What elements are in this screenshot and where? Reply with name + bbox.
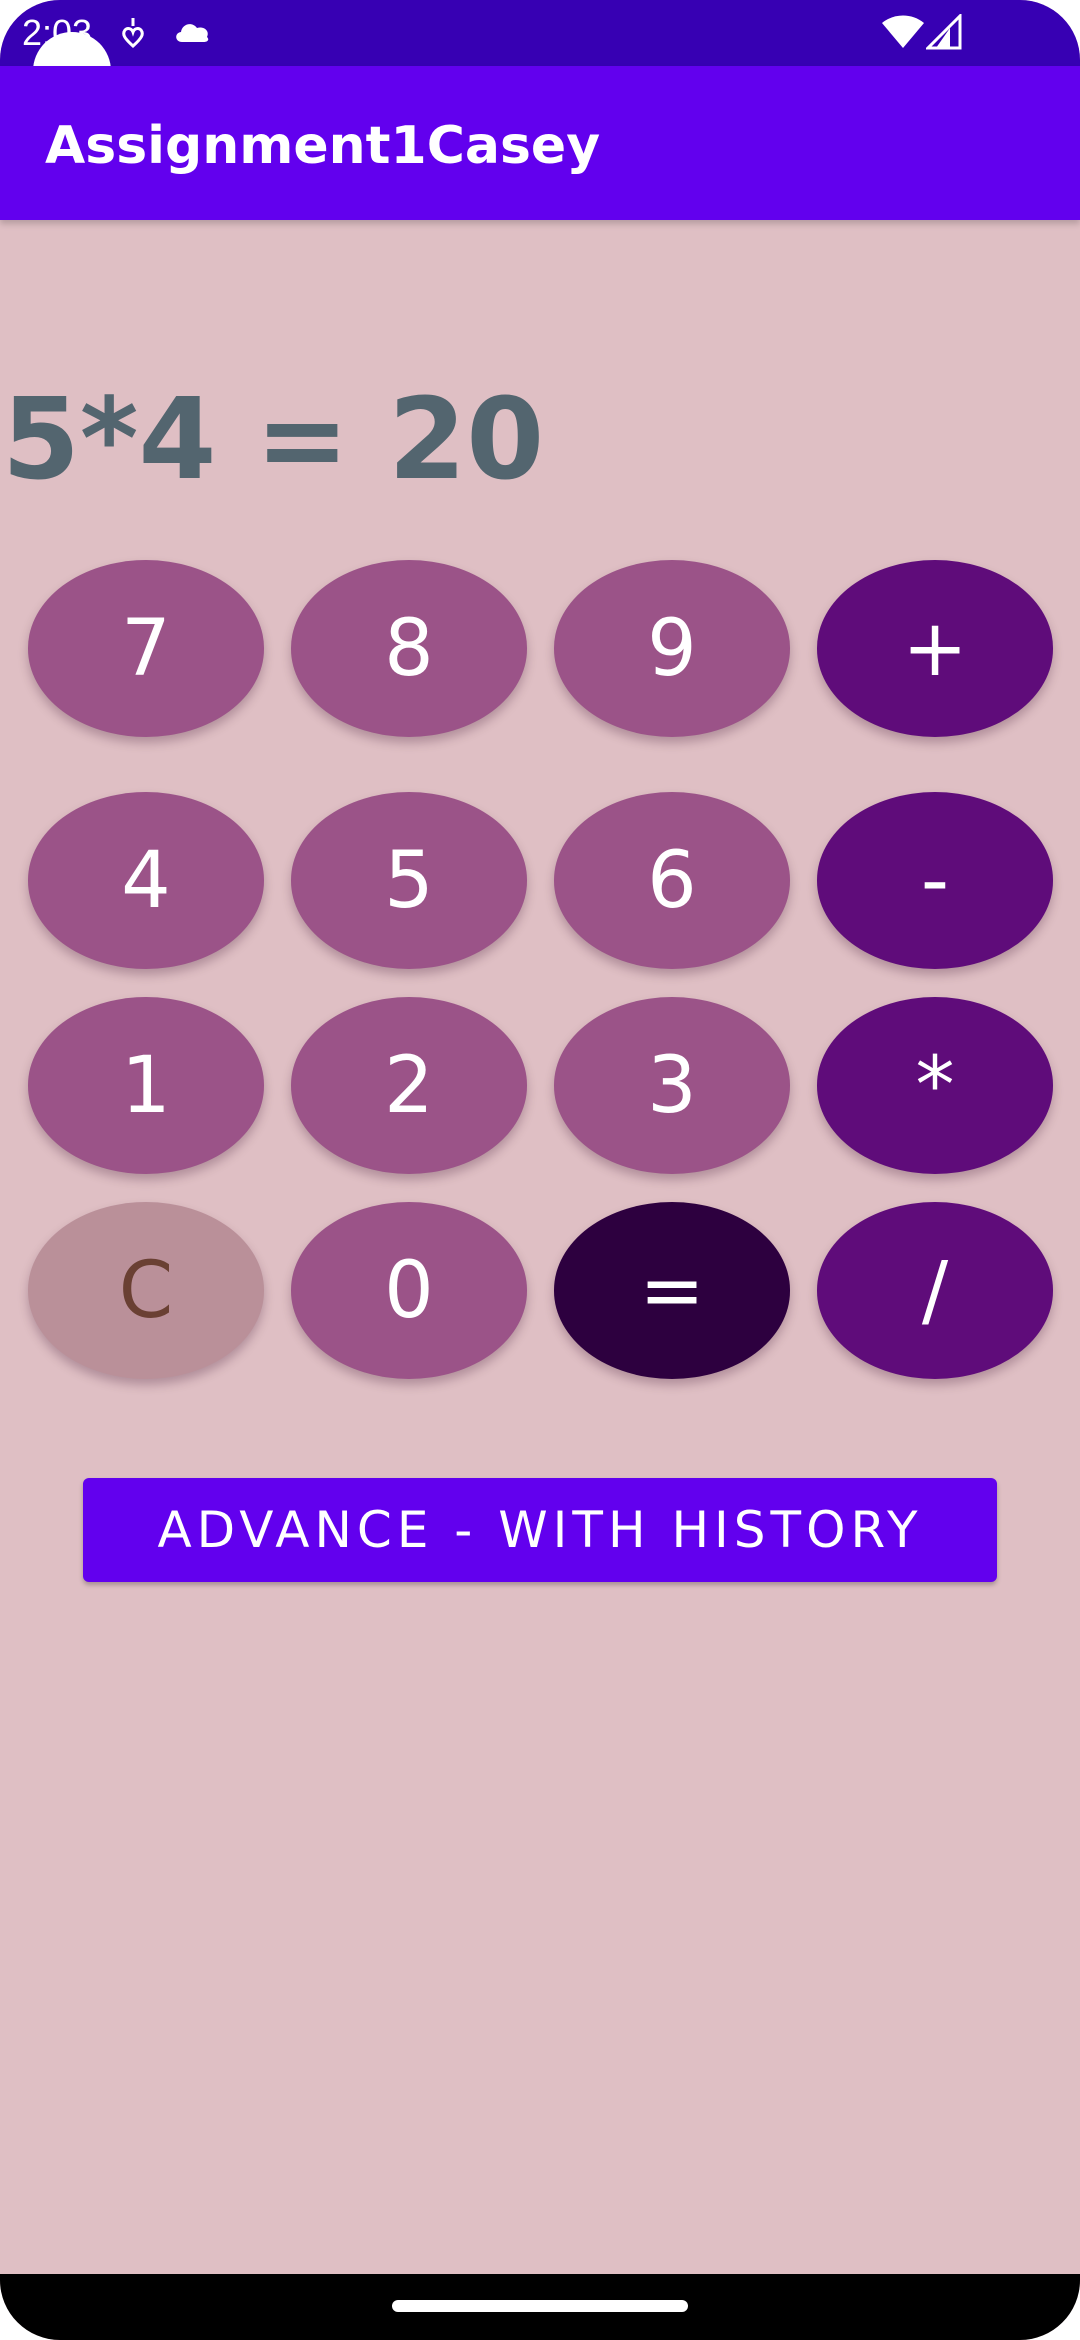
cell-signal-icon bbox=[924, 12, 962, 55]
key-multiply[interactable]: * bbox=[817, 997, 1053, 1174]
key-1[interactable]: 1 bbox=[28, 997, 264, 1174]
status-bar: 2:03 bbox=[0, 0, 1080, 66]
key-clear[interactable]: C bbox=[28, 1202, 264, 1379]
key-7[interactable]: 7 bbox=[28, 560, 264, 737]
key-4[interactable]: 4 bbox=[28, 792, 264, 969]
cloud-icon bbox=[172, 18, 212, 49]
key-2[interactable]: 2 bbox=[291, 997, 527, 1174]
key-divide[interactable]: / bbox=[817, 1202, 1053, 1379]
key-minus[interactable]: - bbox=[817, 792, 1053, 969]
calculator-display: 5*4 = 20 bbox=[2, 375, 545, 505]
key-plus[interactable]: + bbox=[817, 560, 1053, 737]
wifi-icon bbox=[880, 14, 926, 55]
key-6[interactable]: 6 bbox=[554, 792, 790, 969]
advance-with-history-button[interactable]: ADVANCE - WITH HISTORY bbox=[83, 1478, 997, 1582]
key-5[interactable]: 5 bbox=[291, 792, 527, 969]
key-0[interactable]: 0 bbox=[291, 1202, 527, 1379]
home-gesture-handle[interactable] bbox=[392, 2300, 688, 2312]
key-3[interactable]: 3 bbox=[554, 997, 790, 1174]
key-equals[interactable]: = bbox=[554, 1202, 790, 1379]
phone-screen: 2:03 Assignment1Casey 5 * 4 = 20 7 8 9 + 4… bbox=[0, 0, 1080, 2340]
key-8[interactable]: 8 bbox=[291, 560, 527, 737]
heart-stack-icon bbox=[120, 16, 146, 55]
app-bar: Assignment1Casey bbox=[0, 66, 1080, 220]
app-title: Assignment1Casey bbox=[45, 116, 601, 176]
key-9[interactable]: 9 bbox=[554, 560, 790, 737]
